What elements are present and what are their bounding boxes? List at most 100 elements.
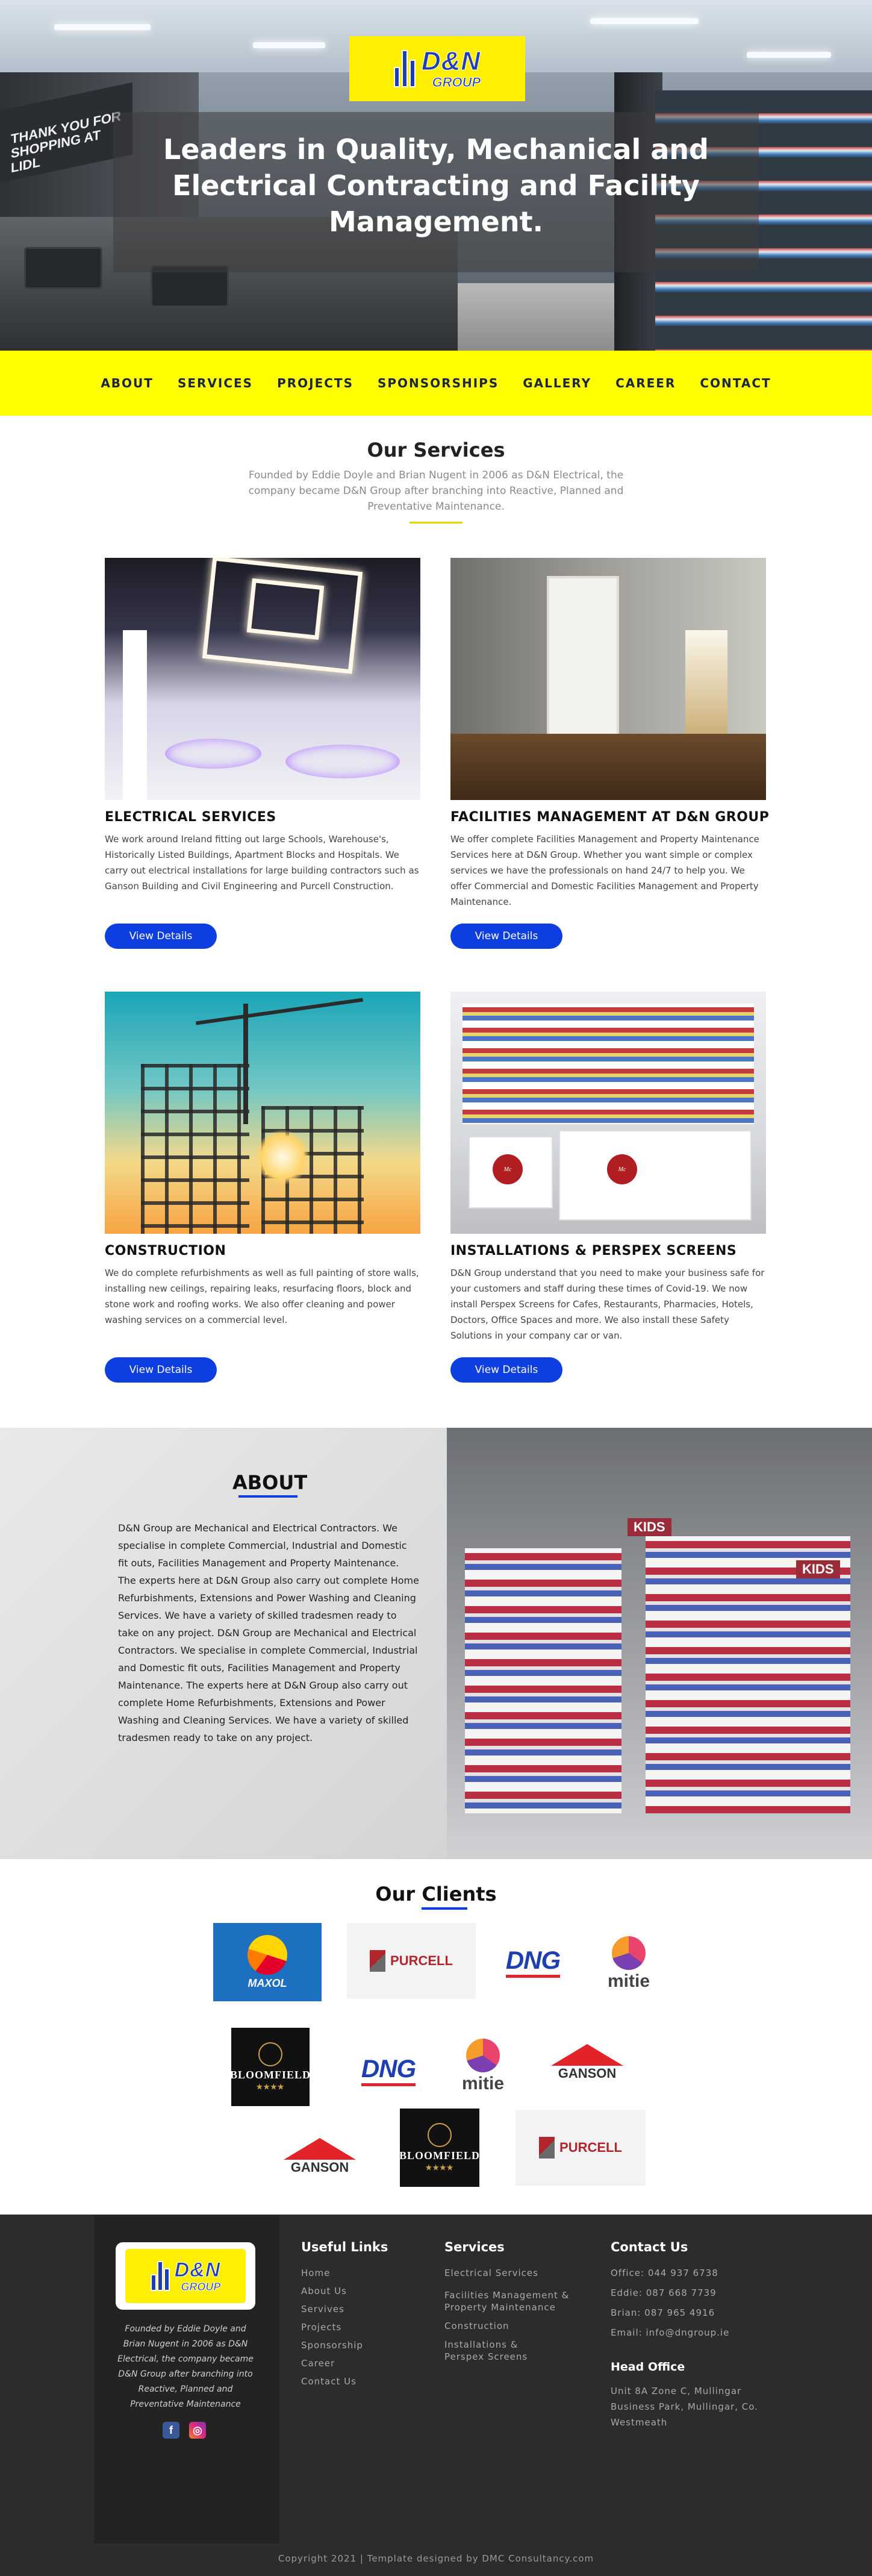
ceiling-light — [747, 52, 831, 58]
mitie-text: mitie — [461, 2074, 505, 2093]
about-section: KIDS KIDS ABOUT D&N Group are Mechanical… — [0, 1428, 872, 1859]
card-title-installations: INSTALLATIONS & PERSPEX SCREENS — [450, 1243, 737, 1258]
logo-sub-text: GROUP — [432, 75, 481, 90]
nav-sponsorships[interactable]: SPONSORSHIPS — [378, 376, 499, 390]
footer-service-construction[interactable]: Construction — [444, 2321, 577, 2331]
about-title: ABOUT — [232, 1471, 308, 1494]
footer-services-list: Electrical Services Facilities Managemen… — [444, 2268, 577, 2363]
ceiling-light — [54, 24, 151, 30]
dng-text: DNG — [361, 2054, 416, 2086]
purcell-text: PURCELL — [390, 1953, 453, 1968]
bloomfield-stars: ★★★★ — [256, 2083, 285, 2091]
footer-logo-main: D&N — [174, 2259, 221, 2281]
card-text-facilities: We offer complete Facilities Management … — [450, 834, 759, 907]
doorway — [685, 630, 727, 745]
construction-image — [105, 992, 420, 1234]
counter — [559, 1130, 752, 1221]
bloomfield-icon — [428, 2123, 452, 2147]
footer-logo[interactable]: D&N GROUP — [116, 2242, 255, 2310]
purcell-icon — [370, 1950, 386, 1972]
contact-office[interactable]: Office: 044 937 6738 — [611, 2268, 718, 2278]
about-divider — [238, 1495, 297, 1498]
client-logo-bloomfield: BLOOMFIELD ★★★★ — [399, 2109, 481, 2187]
main-nav: ABOUT SERVICES PROJECTS SPONSORSHIPS GAL… — [0, 351, 872, 416]
footer-link-contact[interactable]: Contact Us — [301, 2376, 363, 2387]
instagram-icon[interactable]: ◎ — [189, 2422, 206, 2439]
sun — [255, 1130, 310, 1184]
mitie-icon — [612, 1936, 646, 1970]
nav-contact[interactable]: CONTACT — [700, 376, 771, 390]
shelving — [465, 1548, 621, 1813]
shelving — [462, 1004, 754, 1124]
dng-text: DNG — [505, 1946, 561, 1978]
contact-email[interactable]: Email: info@dngroup.ie — [611, 2327, 729, 2338]
maxol-text: MAXOL — [248, 1977, 287, 1989]
building-icon — [393, 50, 418, 87]
view-details-construction-button[interactable]: View Details — [105, 1357, 217, 1383]
logo-main-text: D&N — [421, 46, 481, 76]
services-divider — [410, 522, 462, 524]
footer-logo-sub: GROUP — [181, 2281, 221, 2293]
footer-link-projects[interactable]: Projects — [301, 2322, 363, 2333]
footer-link-about[interactable]: About Us — [301, 2286, 363, 2296]
mitie-icon — [466, 2039, 500, 2072]
head-office-address: Unit 8A Zone C, Mullingar Business Park,… — [611, 2386, 758, 2428]
pillar — [123, 630, 147, 800]
bloomfield-text: BLOOMFIELD — [399, 2149, 481, 2162]
site-logo[interactable]: D&N GROUP — [349, 36, 525, 101]
light-frame — [246, 578, 325, 640]
client-logo-dng: DNG — [355, 2046, 422, 2094]
view-details-electrical-button[interactable]: View Details — [105, 924, 217, 949]
purcell-icon — [539, 2137, 555, 2159]
client-logo-ganson: GANSON — [275, 2127, 365, 2187]
building-icon — [150, 2261, 171, 2291]
services-intro: Founded by Eddie Doyle and Brian Nugent … — [248, 469, 624, 513]
contact-eddie[interactable]: Eddie: 087 668 7739 — [611, 2287, 717, 2298]
nav-career[interactable]: CAREER — [615, 376, 676, 390]
nav-gallery[interactable]: GALLERY — [523, 376, 591, 390]
client-logo-dng: DNG — [500, 1937, 566, 1986]
about-text: D&N Group are Mechanical and Electrical … — [118, 1522, 419, 1743]
hero-title: Leaders in Quality, Mechanical and Elect… — [163, 133, 709, 238]
copyright-text: Copyright 2021 | Template designed by DM… — [278, 2553, 594, 2564]
view-details-facilities-button[interactable]: View Details — [450, 924, 562, 949]
bloomfield-stars: ★★★★ — [425, 2163, 454, 2172]
installations-image: Mc Mc — [450, 992, 766, 1234]
basket — [24, 247, 102, 289]
nav-services[interactable]: SERVICES — [178, 376, 253, 390]
kids-sign: KIDS — [628, 1518, 671, 1536]
clients-title: Our Clients — [375, 1883, 497, 1905]
card-title-facilities: FACILITIES MANAGEMENT AT D&N GROUP — [450, 810, 770, 825]
facebook-icon[interactable]: f — [163, 2422, 179, 2439]
contact-brian[interactable]: Brian: 087 965 4916 — [611, 2307, 715, 2318]
client-logo-maxol: MAXOL — [213, 1923, 322, 2001]
footer-service-facilities[interactable]: Facilities Management & Property Mainten… — [444, 2289, 577, 2313]
card-title-construction: CONSTRUCTION — [105, 1243, 226, 1258]
nav-projects[interactable]: PROJECTS — [277, 376, 353, 390]
ganson-text: GANSON — [558, 2066, 617, 2081]
facilities-management-image — [450, 558, 766, 800]
mitie-text: mitie — [607, 1971, 650, 1991]
footer-link-career[interactable]: Career — [301, 2358, 363, 2369]
purcell-text: PURCELL — [559, 2140, 622, 2155]
footer-link-services[interactable]: Servives — [301, 2304, 363, 2315]
crane — [195, 998, 364, 1025]
card-text-electrical: We work around Ireland fitting out large… — [105, 834, 419, 892]
footer-about-text: Founded by Eddie Doyle and Brian Nugent … — [117, 2324, 254, 2409]
bloomfield-text: BLOOMFIELD — [230, 2069, 311, 2081]
ganson-icon — [284, 2138, 356, 2160]
view-details-installations-button[interactable]: View Details — [450, 1357, 562, 1383]
ceiling-light — [590, 18, 699, 24]
footer-link-home[interactable]: Home — [301, 2268, 363, 2278]
client-logo-purcell: PURCELL — [347, 1923, 476, 1999]
display-pod — [165, 739, 261, 769]
card-text-construction: We do complete refurbishments as well as… — [105, 1268, 419, 1325]
electrical-services-image — [105, 558, 420, 800]
crane — [243, 1004, 248, 1124]
about-image: KIDS KIDS — [447, 1428, 872, 1859]
footer-link-sponsorship[interactable]: Sponsorship — [301, 2340, 363, 2351]
footer-service-electrical[interactable]: Electrical Services — [444, 2268, 577, 2278]
nav-about[interactable]: ABOUT — [101, 376, 154, 390]
footer-service-installations[interactable]: Installations & Perspex Screens — [444, 2339, 547, 2363]
ceiling-light — [253, 42, 325, 48]
